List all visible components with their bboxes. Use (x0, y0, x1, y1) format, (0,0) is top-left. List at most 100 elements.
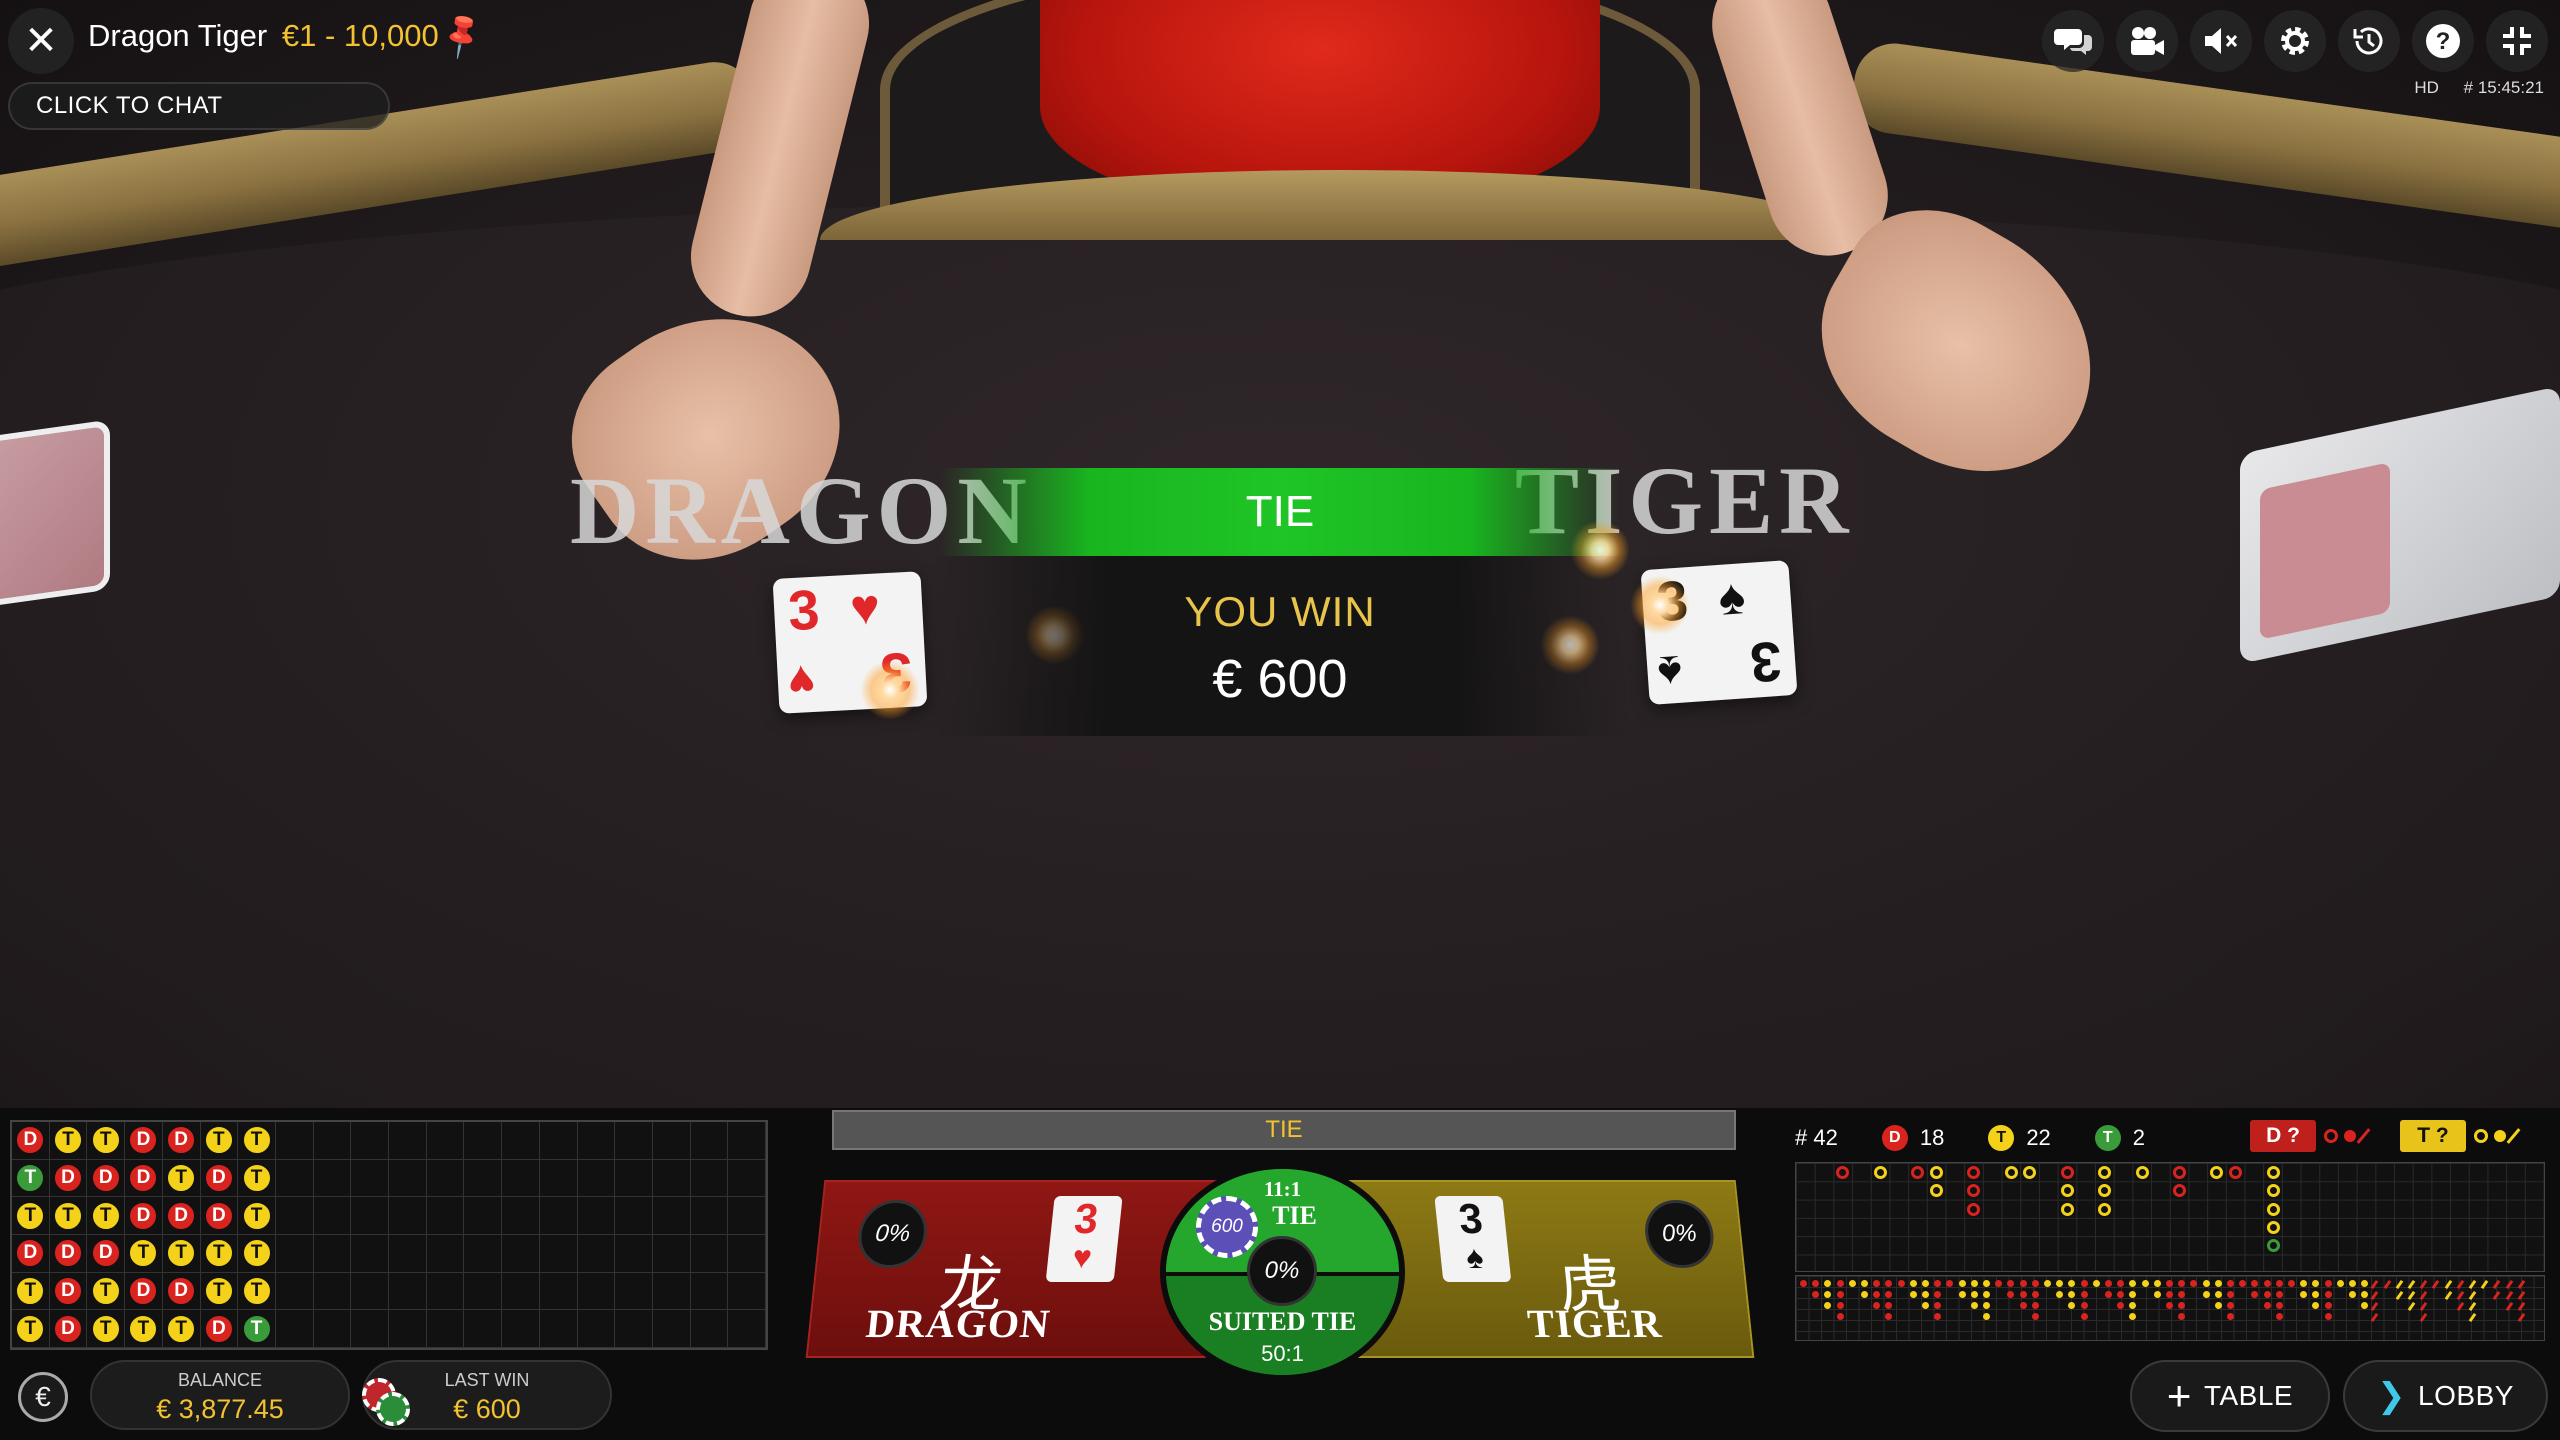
bead-road-cell: D (49, 1310, 88, 1348)
bead-road-result: T (241, 1125, 272, 1156)
derived-road-mark (2178, 1313, 2186, 1320)
bead-road-cell: D (12, 1235, 50, 1273)
big-road-mark (2135, 1166, 2149, 1179)
derived-road-mark (2407, 1279, 2416, 1290)
settings-gear-icon[interactable] (2264, 10, 2326, 72)
bead-road-cell: T (49, 1122, 88, 1160)
bead-road-cell (539, 1272, 578, 1311)
table-button[interactable]: + TABLE (2130, 1360, 2330, 1432)
big-road-mark (2098, 1166, 2112, 1179)
derived-road-mark (2080, 1280, 2088, 1287)
history-icon[interactable] (2338, 10, 2400, 72)
bead-road-cell: T (12, 1310, 50, 1348)
derived-road-mark (2202, 1291, 2210, 1298)
derived-road-mark (1812, 1280, 1820, 1287)
bead-road-result: T (15, 1275, 46, 1306)
bead-road-result: D (128, 1200, 159, 1231)
bead-road-cell: T (162, 1235, 201, 1273)
derived-road-mark (1909, 1291, 1917, 1298)
dragon-predict-button[interactable]: D ? (2250, 1118, 2388, 1154)
help-icon[interactable]: ? (2412, 10, 2474, 72)
card-suit-bottom: ♠ (1655, 645, 1684, 700)
bead-road-cell (690, 1197, 729, 1235)
derived-road-mark (2263, 1302, 2271, 1309)
bead-road-result: T (241, 1238, 272, 1269)
derived-road-mark (2288, 1280, 2295, 1287)
card-rank: 3 (1456, 1195, 1485, 1242)
chat-icon[interactable] (2042, 10, 2104, 72)
derived-road-mark (2517, 1312, 2526, 1323)
derived-road-mark (2166, 1291, 2173, 1298)
suited-tie-percentage: 0% (1247, 1236, 1317, 1306)
bead-road-cell (690, 1235, 729, 1273)
derived-roads (1795, 1275, 2545, 1341)
big-road-mark (2266, 1166, 2280, 1179)
bead-road-cell (313, 1235, 352, 1273)
dragon-bet-percentage: 0% (855, 1200, 931, 1268)
derived-road-mark (2517, 1279, 2526, 1290)
tiger-predict-marks (2474, 1127, 2521, 1145)
balance-label: BALANCE (177, 1370, 263, 1390)
derived-road-mark (1922, 1302, 1929, 1309)
chips-stack-icon (362, 1378, 418, 1428)
derived-road-mark (2214, 1280, 2222, 1287)
bead-road-cell (502, 1272, 540, 1311)
bead-road-result: T (241, 1313, 272, 1344)
tie-dot-icon: T (2094, 1125, 2121, 1151)
derived-road-mark (2056, 1291, 2064, 1298)
big-road-mark (2266, 1220, 2280, 1234)
bead-road-cell (464, 1159, 503, 1198)
close-icon: ✕ (24, 19, 58, 63)
bead-road-cell: T (49, 1197, 88, 1235)
euro-icon: € (35, 1381, 51, 1412)
derived-road-mark (2007, 1280, 2015, 1287)
video-camera-icon[interactable] (2116, 10, 2178, 72)
derived-road-mark (2251, 1280, 2259, 1287)
bead-road-result: D (53, 1275, 84, 1306)
derived-road-mark (2493, 1279, 2501, 1290)
bead-road-cell: T (238, 1310, 276, 1348)
suited-tie-label: SUITED TIE (1208, 1307, 1357, 1336)
bead-road-cell (615, 1197, 653, 1235)
derived-road-mark (2178, 1280, 2186, 1287)
big-road-mark (2210, 1166, 2224, 1179)
dragon-label: DRAGON (863, 1301, 1053, 1346)
fullscreen-icon[interactable] (2486, 10, 2548, 72)
bead-road-result: D (90, 1162, 121, 1193)
derived-road-mark (1885, 1280, 1893, 1287)
derived-road-mark (2166, 1280, 2173, 1287)
tie-payout: 11:1 (1263, 1177, 1302, 1201)
chat-button[interactable]: CLICK TO CHAT (8, 82, 390, 130)
derived-road-mark (2324, 1280, 2332, 1287)
bead-road-cell: D (200, 1197, 239, 1235)
big-road-mark (2266, 1184, 2280, 1198)
sound-muted-icon[interactable] (2190, 10, 2252, 72)
derived-road-mark (2300, 1280, 2308, 1287)
derived-road-mark (2263, 1280, 2271, 1287)
derived-road-mark (2117, 1280, 2125, 1287)
close-button[interactable]: ✕ (8, 8, 74, 74)
bead-road-cell (577, 1310, 616, 1348)
derived-road-mark (2275, 1280, 2283, 1287)
derived-road-mark (2517, 1290, 2526, 1301)
bead-road-result: T (90, 1200, 121, 1231)
bead-road-cell: D (200, 1310, 239, 1348)
card-suit: ♠ (1464, 1239, 1486, 1275)
big-road-mark (2098, 1202, 2112, 1216)
derived-road-mark (2153, 1291, 2161, 1298)
derived-road-mark (1873, 1302, 1881, 1309)
currency-button[interactable]: € (18, 1372, 68, 1422)
derived-road-mark (2239, 1280, 2247, 1287)
bead-road-cell (351, 1122, 389, 1160)
bead-road-cell: D (49, 1159, 88, 1198)
derived-road-mark (2214, 1291, 2222, 1298)
bead-road-cell (426, 1235, 465, 1273)
tiger-result-card: 3 ♠ (1434, 1195, 1512, 1282)
bead-road-result: T (128, 1313, 159, 1344)
bead-road-cell: D (87, 1235, 126, 1273)
bead-road-result: D (15, 1238, 46, 1269)
dragon-count: D 18 (1881, 1125, 1944, 1151)
tiger-predict-button[interactable]: T ? (2400, 1118, 2538, 1154)
big-road-mark (1873, 1166, 1887, 1179)
lobby-button[interactable]: ❯ LOBBY (2343, 1360, 2548, 1432)
